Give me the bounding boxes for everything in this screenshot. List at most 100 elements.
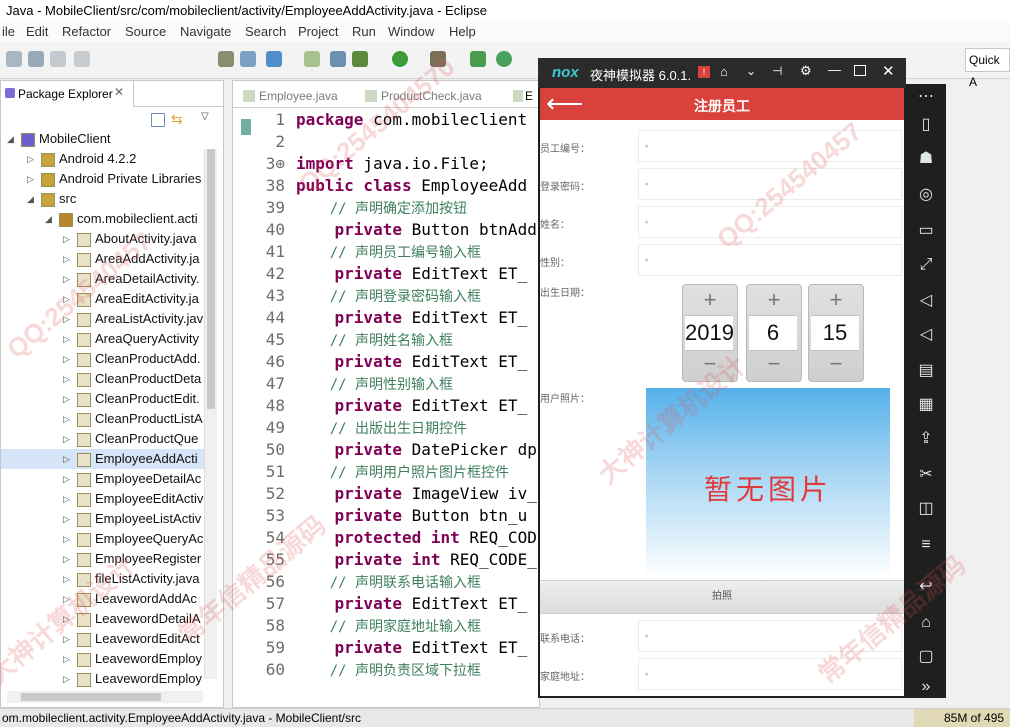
code-line[interactable]: 41 // 声明员工编号输入框 — [233, 241, 539, 263]
package-explorer-hscrollbar[interactable] — [7, 691, 203, 703]
month-spinner[interactable]: + 6 − — [746, 284, 802, 382]
collapsed-arrow-icon[interactable]: ▷ — [63, 469, 70, 489]
tree-item[interactable]: ▷ CleanProductDeta — [1, 369, 205, 389]
year-spinner[interactable]: + 2019 − — [682, 284, 738, 382]
minus-icon[interactable]: − — [747, 351, 801, 377]
tree-item[interactable]: ▷ AboutActivity.java — [1, 229, 205, 249]
tree-item[interactable]: ▷ CleanProductListA — [1, 409, 205, 429]
take-photo-button[interactable]: 拍照 — [540, 580, 904, 614]
tree-item[interactable]: ▷ AreaEditActivity.ja — [1, 289, 205, 309]
checkbox-tool-icon[interactable] — [266, 51, 282, 67]
code-line[interactable]: 52 private ImageView iv_ — [233, 483, 539, 505]
tree-item[interactable]: ▷ AreaAddActivity.ja — [1, 249, 205, 269]
editor-tab-productcheck[interactable]: ProductCheck.java — [365, 85, 482, 107]
menu-project[interactable]: Project — [298, 24, 338, 39]
code-line[interactable]: 60 // 声明负责区域下拉框 — [233, 659, 539, 681]
multi-window-icon[interactable]: ◫ — [916, 500, 936, 518]
collapsed-arrow-icon[interactable]: ▷ — [27, 169, 34, 189]
tree-item[interactable]: ▷ EmployeeListActiv — [1, 509, 205, 529]
code-line[interactable]: 38 public class EmployeeAdd — [233, 175, 539, 197]
menu-window[interactable]: Window — [388, 24, 434, 39]
password-input[interactable]: ▪ — [638, 168, 902, 200]
code-line[interactable]: 44 private EditText ET_ — [233, 307, 539, 329]
address-input[interactable]: ▪ — [638, 658, 902, 690]
code-line[interactable]: 2 — [233, 131, 539, 153]
menu-search[interactable]: Search — [245, 24, 286, 39]
quick-access-input[interactable]: Quick A — [965, 48, 1010, 89]
tree-item[interactable]: ▷ Android 4.2.2 — [1, 149, 205, 169]
tree-item[interactable]: ▷ AreaDetailActivity. — [1, 269, 205, 289]
tree-item[interactable]: ▷ LeavewordEditAct — [1, 629, 205, 649]
code-line[interactable]: 47 // 声明性别输入框 — [233, 373, 539, 395]
tree-item[interactable]: ▷ Android Private Libraries — [1, 169, 205, 189]
minus-icon[interactable]: − — [683, 351, 737, 377]
debug-icon[interactable] — [352, 51, 368, 67]
code-line[interactable]: 56 // 声明联系电话输入框 — [233, 571, 539, 593]
collapsed-arrow-icon[interactable]: ▷ — [63, 609, 70, 629]
collapsed-arrow-icon[interactable]: ▷ — [63, 529, 70, 549]
save-all-icon[interactable] — [50, 51, 66, 67]
collapsed-arrow-icon[interactable]: ▷ — [63, 489, 70, 509]
new-icon[interactable] — [6, 51, 22, 67]
collapsed-arrow-icon[interactable]: ▷ — [63, 429, 70, 449]
tree-item[interactable]: ▷ LeavewordAddAc — [1, 589, 205, 609]
build-icon[interactable] — [330, 51, 346, 67]
collapsed-arrow-icon[interactable]: ▷ — [63, 409, 70, 429]
close-icon[interactable]: ✕ — [882, 62, 895, 80]
tree-item[interactable]: ▷ LeavewordEmploy — [1, 669, 205, 689]
collapsed-arrow-icon[interactable]: ▷ — [63, 629, 70, 649]
home-icon[interactable]: ⌂ — [720, 64, 728, 79]
collapsed-arrow-icon[interactable]: ▷ — [63, 369, 70, 389]
editor-tab-active[interactable]: E — [513, 85, 533, 107]
tree-item[interactable]: ▷ CleanProductAdd. — [1, 349, 205, 369]
menu-run[interactable]: Run — [352, 24, 376, 39]
tree-item[interactable]: ▷ EmployeeQueryAc — [1, 529, 205, 549]
user-photo-image[interactable]: 暂无图片 — [646, 388, 890, 578]
avd-manager-icon[interactable] — [240, 51, 256, 67]
collapsed-arrow-icon[interactable]: ▷ — [63, 329, 70, 349]
collapse-all-icon[interactable] — [151, 113, 165, 127]
minus-icon[interactable]: − — [809, 351, 863, 377]
tree-item[interactable]: ▷ AreaListActivity.jav — [1, 309, 205, 329]
tree-item[interactable]: ▷ fileListActivity.java — [1, 569, 205, 589]
package-explorer-tab[interactable]: Package Explorer ✕ — [1, 81, 134, 108]
collapsed-arrow-icon[interactable]: ▷ — [63, 349, 70, 369]
collapsed-arrow-icon[interactable]: ▷ — [63, 569, 70, 589]
menu-icon[interactable]: ≡ — [916, 536, 936, 554]
menu-help[interactable]: Help — [449, 24, 476, 39]
phone-input[interactable]: ▪ — [638, 620, 902, 652]
android-home-icon[interactable]: ⌂ — [916, 614, 936, 632]
collapsed-arrow-icon[interactable]: ▷ — [63, 309, 70, 329]
more-icon[interactable]: ⋯ — [916, 88, 936, 106]
plus-icon[interactable]: + — [747, 287, 801, 313]
day-spinner[interactable]: + 15 − — [808, 284, 864, 382]
package-explorer-vscrollbar[interactable] — [204, 149, 217, 679]
editor-tab-employee[interactable]: Employee.java — [243, 85, 338, 107]
view-menu-icon[interactable]: ▽ — [201, 111, 209, 122]
external-tools-icon[interactable] — [430, 51, 446, 67]
new-class-icon[interactable] — [496, 51, 512, 67]
notification-icon[interactable]: ! — [698, 66, 710, 78]
tree-item[interactable]: ◢ com.mobileclient.acti — [1, 209, 205, 229]
name-input[interactable]: ▪ — [638, 206, 902, 238]
tree-item[interactable]: ▷ EmployeeAddActi — [1, 449, 205, 469]
screen-icon[interactable]: ▭ — [916, 222, 936, 240]
code-line[interactable]: 51 // 声明用户照片图片框控件 — [233, 461, 539, 483]
code-line[interactable]: 57 private EditText ET_ — [233, 593, 539, 615]
code-line[interactable]: 58 // 声明家庭地址输入框 — [233, 615, 539, 637]
scissors-icon[interactable]: ✂ — [916, 466, 936, 484]
menu-edit[interactable]: Edit — [26, 24, 48, 39]
collapsed-arrow-icon[interactable]: ▷ — [63, 269, 70, 289]
back-icon[interactable]: ↩ — [916, 578, 936, 596]
recent-apps-icon[interactable]: ▢ — [916, 648, 936, 666]
save-icon[interactable] — [28, 51, 44, 67]
lint-icon[interactable] — [304, 51, 320, 67]
settings-icon[interactable]: ⚙ — [800, 63, 812, 79]
expanded-arrow-icon[interactable]: ◢ — [7, 129, 14, 149]
code-line[interactable]: 48 private EditText ET_ — [233, 395, 539, 417]
collapsed-arrow-icon[interactable]: ▷ — [63, 289, 70, 309]
code-line[interactable]: 3⊕ import java.io.File; — [233, 153, 539, 175]
tree-item[interactable]: ▷ EmployeeDetailAc — [1, 469, 205, 489]
plus-icon[interactable]: + — [683, 287, 737, 313]
tree-item[interactable]: ▷ LeavewordDetailA — [1, 609, 205, 629]
